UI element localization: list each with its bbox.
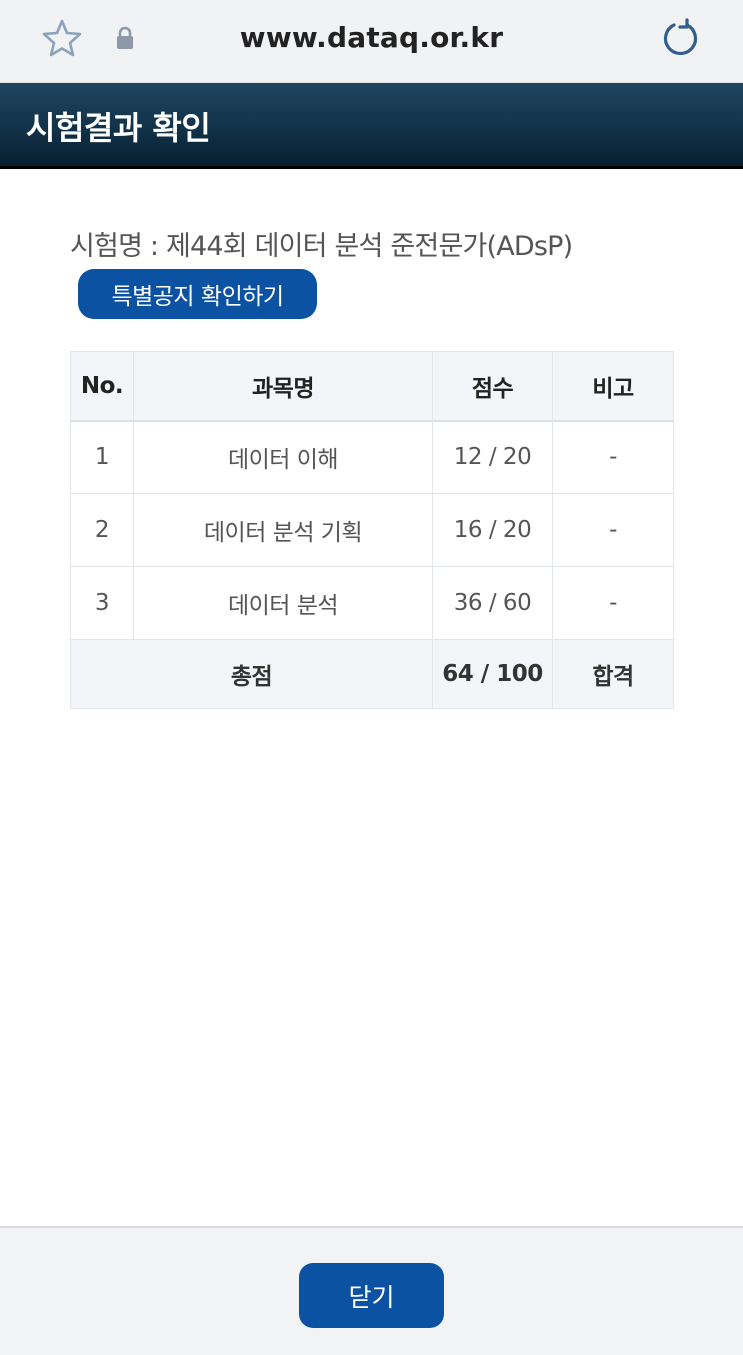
table-row: 3 데이터 분석 36 / 60 - — [70, 566, 674, 640]
cell-no: 3 — [70, 566, 134, 640]
col-header-subject: 과목명 — [133, 351, 433, 422]
total-result: 합격 — [552, 639, 674, 709]
cell-subject: 데이터 분석 — [133, 566, 433, 640]
cell-note: - — [552, 493, 674, 567]
cell-subject: 데이터 분석 기획 — [133, 493, 433, 567]
cell-subject: 데이터 이해 — [133, 420, 433, 494]
page-header: 시험결과 확인 — [0, 83, 743, 169]
browser-bar: www.dataq.or.kr — [0, 0, 743, 83]
cell-no: 1 — [70, 420, 134, 494]
total-score: 64 / 100 — [432, 639, 553, 709]
table-row: 1 데이터 이해 12 / 20 - — [70, 420, 674, 494]
cell-no: 2 — [70, 493, 134, 567]
col-header-no: No. — [70, 351, 134, 422]
total-label: 총점 — [70, 639, 433, 709]
page-title: 시험결과 확인 — [26, 109, 211, 147]
reload-icon[interactable] — [660, 18, 702, 60]
score-table: No. 과목명 점수 비고 1 데이터 이해 12 / 20 - 2 데이터 분… — [70, 351, 674, 709]
table-row: 2 데이터 분석 기획 16 / 20 - — [70, 493, 674, 567]
col-header-note: 비고 — [552, 351, 674, 422]
cell-note: - — [552, 420, 674, 494]
cell-score: 36 / 60 — [432, 566, 553, 640]
special-notice-button[interactable]: 특별공지 확인하기 — [78, 269, 317, 319]
exam-name: 시험명 : 제44회 데이터 분석 준전문가(ADsP) — [70, 231, 573, 262]
close-button[interactable]: 닫기 — [299, 1263, 444, 1328]
bottom-bar: 닫기 — [0, 1226, 743, 1355]
cell-note: - — [552, 566, 674, 640]
url-bar[interactable]: www.dataq.or.kr — [0, 21, 743, 54]
table-header-row: No. 과목명 점수 비고 — [70, 351, 674, 422]
col-header-score: 점수 — [432, 351, 553, 422]
cell-score: 16 / 20 — [432, 493, 553, 567]
cell-score: 12 / 20 — [432, 420, 553, 494]
table-total-row: 총점 64 / 100 합격 — [70, 639, 674, 709]
